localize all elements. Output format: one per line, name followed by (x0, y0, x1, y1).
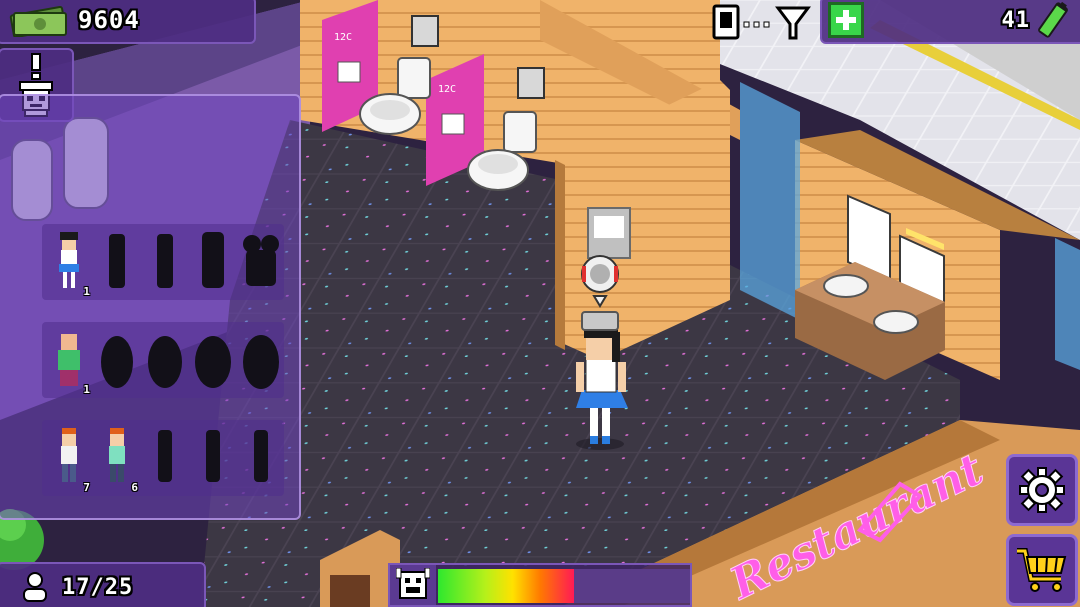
customer-redhead-green-unlocked[interactable]: 6 (94, 420, 140, 496)
customer-locked-silhouette (190, 420, 236, 496)
capacity-value: 17/25 (62, 574, 134, 600)
customer-locked-silhouette (238, 420, 284, 496)
customer-count: 1 (83, 383, 90, 396)
customer-roster-panel: 1 1 7 6 (0, 94, 301, 520)
stall-label-1: 12C (334, 32, 352, 43)
customer-count: 6 (131, 481, 138, 494)
add-energy-button[interactable] (828, 2, 864, 38)
phone-signal-icon (712, 4, 811, 40)
capacity-panel: 17/25 (0, 562, 206, 607)
settings-button[interactable] (1006, 454, 1078, 526)
money-panel: 9604 (0, 0, 256, 44)
customer-locked-silhouette (142, 322, 188, 398)
customer-locked-silhouette (238, 322, 284, 398)
person-icon (23, 572, 47, 602)
customer-locked-silhouette (94, 224, 140, 300)
customer-locked-silhouette (142, 224, 188, 300)
customer-row-2[interactable]: 1 (42, 322, 284, 398)
customer-row-1[interactable]: 1 (42, 224, 284, 300)
customer-count: 1 (83, 285, 90, 298)
customer-count: 7 (83, 481, 90, 494)
customer-locked-silhouette (190, 224, 236, 300)
customer-locked-silhouette (142, 420, 188, 496)
energy-panel: 41 (820, 0, 1080, 44)
mood-track (438, 569, 690, 603)
energy-value: 41 (1001, 7, 1030, 33)
shopping-cart-icon (1017, 548, 1067, 592)
gear-icon (1019, 467, 1065, 513)
shop-button[interactable] (1006, 534, 1078, 606)
customer-locked-silhouette (94, 322, 140, 398)
plus-icon (836, 10, 856, 30)
customer-bald-man-unlocked[interactable]: 1 (46, 322, 92, 398)
customer-locked-silhouette (190, 322, 236, 398)
happy-face-icon (390, 565, 436, 605)
customer-redhead-unlocked[interactable]: 7 (46, 420, 92, 496)
stall-label-2: 12C (438, 84, 456, 95)
money-bills-icon (9, 5, 67, 37)
mood-fill (438, 569, 575, 603)
customer-locked-silhouette (238, 224, 284, 300)
battery-icon (1038, 1, 1068, 38)
customer-schoolgirl-unlocked[interactable]: 1 (46, 224, 92, 300)
customer-row-3[interactable]: 7 6 (42, 420, 284, 496)
mood-meter (388, 563, 692, 607)
money-value: 9604 (78, 6, 140, 34)
